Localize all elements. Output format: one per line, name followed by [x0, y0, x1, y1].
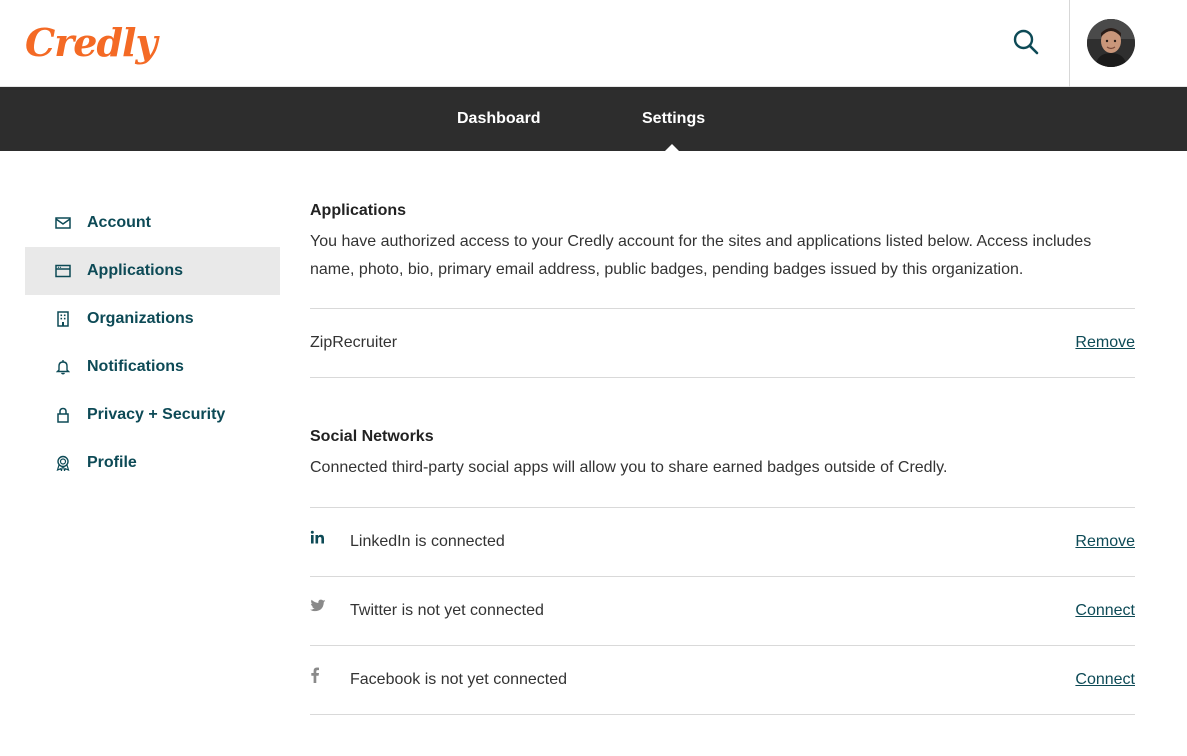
- twitter-status: Twitter is not yet connected: [350, 602, 544, 619]
- social-networks-title: Social Networks: [310, 428, 434, 445]
- app-name: ZipRecruiter: [310, 334, 398, 351]
- applications-section: Applications You have authorized access …: [310, 199, 1135, 378]
- browser-window-icon: [54, 262, 72, 280]
- building-icon: [54, 310, 72, 328]
- sidebar-item-label: Applications: [87, 262, 184, 279]
- applications-title: Applications: [310, 202, 407, 219]
- applications-description: You have authorized access to your Credl…: [310, 233, 1092, 278]
- connect-twitter-button[interactable]: Connect: [1075, 602, 1135, 620]
- social-networks-description: Connected third-party social apps will a…: [310, 459, 948, 476]
- remove-app-button[interactable]: Remove: [1075, 334, 1135, 352]
- lock-icon: [54, 406, 72, 424]
- sidebar-item-label: Organizations: [87, 310, 194, 327]
- linkedin-status: LinkedIn is connected: [350, 533, 505, 550]
- social-networks-section: Social Networks Connected third-party so…: [310, 425, 1135, 715]
- connect-facebook-button[interactable]: Connect: [1075, 671, 1135, 689]
- settings-content: Applications You have authorized access …: [310, 199, 1135, 715]
- bell-icon: [54, 358, 72, 376]
- sidebar-item-organizations[interactable]: Organizations: [25, 295, 280, 343]
- active-tab-indicator: [665, 144, 679, 151]
- facebook-icon: [310, 667, 326, 683]
- twitter-icon: [310, 598, 326, 614]
- top-header: Credly: [0, 0, 1187, 87]
- settings-sidebar: Account Applications Organizations Notif…: [25, 199, 280, 487]
- list-item: Facebook is not yet connected Connect: [310, 646, 1135, 714]
- facebook-status: Facebook is not yet connected: [350, 671, 568, 688]
- list-item: Twitter is not yet connected Connect: [310, 577, 1135, 645]
- divider: [310, 714, 1135, 715]
- envelope-icon: [54, 214, 72, 232]
- sidebar-item-label: Notifications: [87, 358, 184, 375]
- divider: [310, 377, 1135, 378]
- sidebar-item-account[interactable]: Account: [25, 199, 280, 247]
- list-item: LinkedIn is connected Remove: [310, 508, 1135, 576]
- sidebar-item-label: Profile: [87, 454, 137, 471]
- sidebar-item-applications[interactable]: Applications: [25, 247, 280, 295]
- sidebar-item-notifications[interactable]: Notifications: [25, 343, 280, 391]
- linkedin-icon: [310, 529, 326, 545]
- badge-icon: [54, 454, 72, 472]
- sidebar-item-profile[interactable]: Profile: [25, 439, 280, 487]
- credly-logo[interactable]: Credly: [25, 20, 158, 66]
- search-button[interactable]: [1006, 24, 1046, 64]
- tab-dashboard[interactable]: Dashboard: [457, 87, 541, 151]
- sidebar-item-privacy-security[interactable]: Privacy + Security: [25, 391, 280, 439]
- list-item: ZipRecruiter Remove: [310, 309, 1135, 377]
- avatar[interactable]: [1087, 19, 1135, 67]
- tab-settings[interactable]: Settings: [642, 87, 705, 151]
- sidebar-item-label: Account: [87, 214, 151, 231]
- search-icon: [1013, 29, 1039, 60]
- header-divider: [1069, 0, 1070, 87]
- main-nav: Dashboard Settings: [0, 87, 1187, 151]
- remove-linkedin-button[interactable]: Remove: [1075, 533, 1135, 551]
- sidebar-item-label: Privacy + Security: [87, 406, 226, 423]
